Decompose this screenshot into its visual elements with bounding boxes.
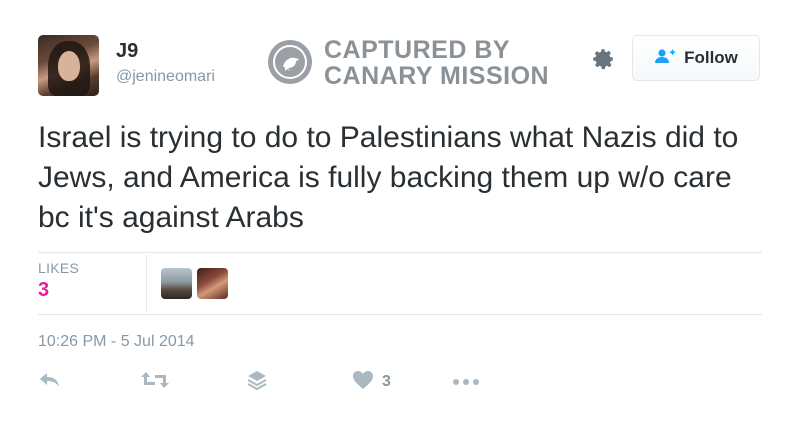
gear-icon[interactable] [590, 46, 616, 72]
add-user-icon [654, 48, 676, 69]
follow-button-label: Follow [684, 48, 738, 67]
heart-icon [352, 370, 374, 395]
liker-avatar[interactable] [161, 268, 192, 299]
canary-bird-icon [268, 40, 312, 84]
avatar[interactable] [38, 35, 99, 96]
avatar-face [58, 51, 80, 81]
more-button[interactable] [452, 370, 480, 394]
reply-icon [38, 370, 62, 395]
divider-top [38, 252, 762, 253]
display-name[interactable]: J9 [116, 40, 138, 63]
watermark-line-1: CAPTURED BY [324, 36, 511, 64]
follow-button[interactable]: Follow [632, 35, 760, 81]
watermark-line-2: CANARY MISSION [324, 62, 550, 90]
divider-bottom [38, 314, 762, 315]
user-handle[interactable]: @jenineomari [116, 68, 215, 86]
canary-mission-watermark: CAPTURED BY CANARY MISSION [268, 36, 558, 90]
like-count: 3 [382, 373, 391, 390]
likes-count[interactable]: 3 [38, 279, 49, 302]
tweet-text: Israel is trying to do to Palestinians w… [38, 121, 739, 234]
more-icon [452, 373, 480, 391]
tweet-card: J9 @jenineomari CAPTURED BY CANARY MISSI… [0, 0, 800, 429]
stats-divider [146, 255, 147, 312]
likes-label: LIKES [38, 260, 80, 276]
retweet-button[interactable] [140, 370, 170, 394]
like-button[interactable]: 3 [352, 370, 391, 394]
reply-button[interactable] [38, 370, 62, 394]
liker-avatar[interactable] [197, 268, 228, 299]
stack-icon [246, 369, 268, 396]
stack-button[interactable] [246, 370, 268, 394]
tweet-timestamp[interactable]: 10:26 PM - 5 Jul 2014 [38, 333, 195, 351]
retweet-icon [140, 370, 170, 395]
